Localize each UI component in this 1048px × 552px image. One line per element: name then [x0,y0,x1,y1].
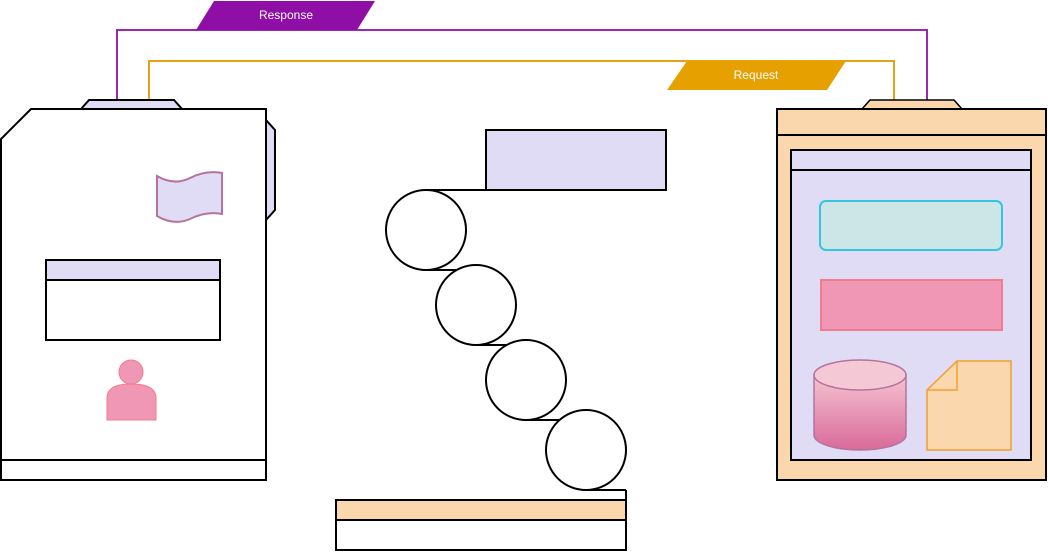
pink-field [820,279,1003,331]
device-top-tab [78,99,185,110]
device-window-titlebar [45,259,221,281]
response-label: Response [259,8,313,22]
roller-3 [485,339,567,421]
device-window [45,259,221,341]
device-icon [0,99,276,481]
server-window-icon [776,99,1047,481]
pipeline-top-box [485,129,667,191]
architecture-diagram: Response Request [0,1,1047,551]
server-top-tab [860,99,964,110]
database-icon [813,359,907,451]
roller-4 [545,409,627,491]
roller-chain-icon [335,129,667,551]
request-tag: Request [667,61,846,90]
roller-2 [435,264,517,346]
response-tag: Response [196,1,375,30]
request-label: Request [734,68,779,82]
roller-1 [385,189,467,271]
device-side-tab [265,117,276,223]
pipeline-bottom-header [335,499,627,521]
teal-field [819,200,1003,251]
